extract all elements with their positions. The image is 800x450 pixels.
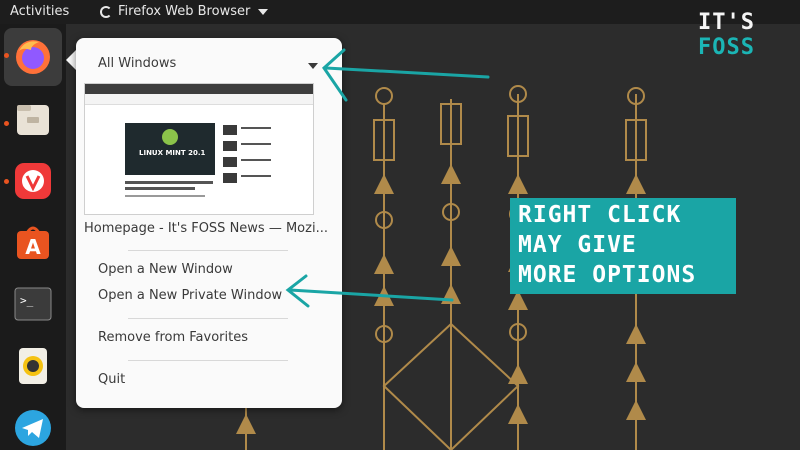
software-center-icon: A xyxy=(17,226,49,259)
thumb-text xyxy=(125,195,205,197)
running-indicator xyxy=(4,53,9,58)
vivaldi-icon xyxy=(15,163,51,199)
thumb-page: LINUX MINT 20.1 xyxy=(85,105,313,214)
dock-item-terminal[interactable]: >_ xyxy=(13,284,53,324)
activities-button[interactable]: Activities xyxy=(10,4,69,19)
callout-line-1: RIGHT CLICK xyxy=(518,202,682,228)
callout-text: RIGHT CLICK MAY GIVE MORE OPTIONS xyxy=(518,200,696,290)
remove-favorites-item[interactable]: Remove from Favorites xyxy=(98,330,248,345)
thumb-titlebar xyxy=(85,84,313,94)
svg-text:>_: >_ xyxy=(20,294,34,307)
mint-logo-icon xyxy=(162,129,178,145)
callout-line-3: MORE OPTIONS xyxy=(518,262,697,288)
thumb-sidebar-text xyxy=(241,143,271,145)
dock-item-vivaldi[interactable] xyxy=(13,161,53,201)
running-indicator xyxy=(4,179,9,184)
annotation-callout: RIGHT CLICK MAY GIVE MORE OPTIONS xyxy=(510,198,736,294)
thumb-sidebar-image xyxy=(223,173,237,183)
thumb-headline xyxy=(125,181,213,184)
svg-text:A: A xyxy=(25,235,41,259)
logo-part-2: FOSS xyxy=(698,35,755,60)
all-windows-dropdown[interactable]: All Windows xyxy=(98,56,176,71)
menu-divider xyxy=(128,250,288,251)
dock-item-rhythmbox[interactable] xyxy=(13,346,53,386)
thumb-navbar xyxy=(85,94,313,105)
thumb-sidebar-image xyxy=(223,157,237,167)
top-bar: Activities Firefox Web Browser xyxy=(0,0,800,24)
open-private-window-item[interactable]: Open a New Private Window xyxy=(98,288,282,303)
callout-line-2: MAY GIVE xyxy=(518,232,637,258)
thumb-sidebar-image xyxy=(223,125,237,135)
chevron-down-icon xyxy=(258,8,269,15)
thumb-sidebar-text xyxy=(241,175,271,177)
dock-item-files[interactable] xyxy=(13,99,53,139)
thumb-headline xyxy=(125,187,195,190)
dock-context-menu: All Windows LINUX MINT 20.1 Homepage - I… xyxy=(76,38,342,408)
window-thumbnail-title[interactable]: Homepage - It's FOSS News — Mozi... xyxy=(84,221,328,236)
thumb-sidebar-image xyxy=(223,141,237,151)
open-new-window-item[interactable]: Open a New Window xyxy=(98,262,233,277)
dock-item-software[interactable]: A xyxy=(13,223,53,263)
quit-item[interactable]: Quit xyxy=(98,372,125,387)
chevron-down-icon[interactable] xyxy=(308,63,318,69)
menu-pointer xyxy=(66,50,76,70)
app-menu-label: Firefox Web Browser xyxy=(118,4,251,19)
running-indicator xyxy=(4,121,9,126)
thumb-hero-text: LINUX MINT 20.1 xyxy=(139,149,206,157)
menu-divider xyxy=(128,360,288,361)
files-icon xyxy=(17,105,49,135)
dock: A >_ xyxy=(0,24,66,450)
firefox-small-icon xyxy=(100,5,112,18)
firefox-icon xyxy=(16,40,50,74)
app-menu-button[interactable]: Firefox Web Browser xyxy=(100,4,269,19)
telegram-icon xyxy=(15,410,51,446)
terminal-icon: >_ xyxy=(14,287,52,321)
thumb-sidebar-text xyxy=(241,127,271,129)
thumb-sidebar-text xyxy=(241,159,271,161)
window-thumbnail[interactable]: LINUX MINT 20.1 xyxy=(84,83,314,215)
menu-divider xyxy=(128,318,288,319)
itsfoss-logo: IT'S FOSS xyxy=(698,10,800,60)
logo-part-1: IT'S xyxy=(698,10,755,35)
dock-item-telegram[interactable] xyxy=(13,408,53,448)
thumb-hero-image: LINUX MINT 20.1 xyxy=(125,123,215,175)
rhythmbox-icon xyxy=(19,348,47,384)
dock-item-firefox[interactable] xyxy=(13,37,53,77)
